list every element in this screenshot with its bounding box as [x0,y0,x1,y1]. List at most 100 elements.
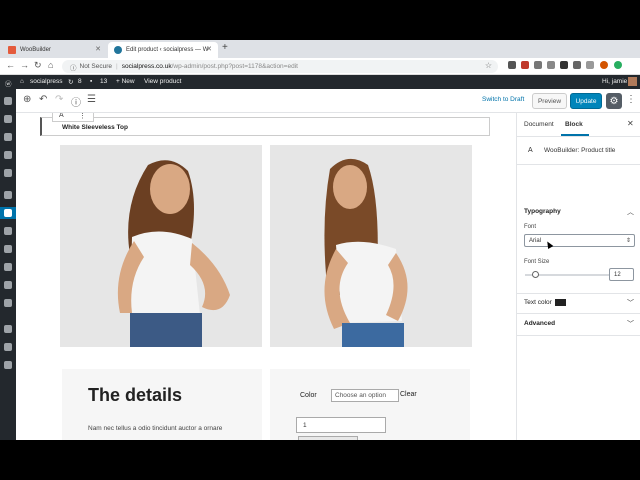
tab-document[interactable]: Document [524,121,554,128]
undo-icon[interactable]: ↶ [39,94,47,105]
info-icon[interactable]: ⓘ [70,62,77,72]
product-title-block[interactable]: White Sleeveless Top [40,117,490,136]
tab-edit-product[interactable]: Edit product ‹ socialpress — W ✕ [108,42,218,58]
chevron-down-icon[interactable]: ﹀ [627,298,634,308]
extension-camera-icon[interactable] [534,61,542,69]
wordpress-logo-icon[interactable]: ⓦ [5,78,12,88]
details-text: Nam nec tellus a odio tincidunt auctor a… [88,425,223,432]
color-select[interactable]: Choose an option [331,389,399,402]
close-tab-icon[interactable]: ✕ [95,45,101,53]
media-icon[interactable] [4,133,12,141]
block-type-icon[interactable]: A [59,113,64,119]
url-path: /wp-admin/post.php?post=1178&action=edit [171,63,298,70]
new-content-link[interactable]: + New [116,78,135,85]
model-photo-front [60,145,262,347]
address-bar: ← → ↻ ⌂ ⓘ Not Secure | socialpress.co.uk… [0,58,640,75]
editor-canvas: White Sleeveless Top A ⋮ The details Nam… [16,113,516,440]
model-photo-side [270,145,472,347]
tab-woobuilder[interactable]: WooBuilder ✕ [2,42,107,58]
comments-icon: ▪ [90,78,93,85]
users-icon[interactable] [4,263,12,271]
site-name-link[interactable]: socialpress [30,78,63,85]
dashboard-icon[interactable] [4,97,12,105]
font-size-slider-handle[interactable] [531,271,539,278]
product-image-1[interactable] [60,145,262,347]
products-icon[interactable] [0,207,16,219]
switch-to-draft-button[interactable]: Switch to Draft [482,96,524,103]
settings-gear-icon[interactable]: ⚙ [606,93,622,109]
home-icon[interactable]: ⌂ [48,60,53,70]
product-title[interactable]: White Sleeveless Top [62,124,128,131]
profile-avatar-icon[interactable] [600,61,608,69]
chevron-down-icon[interactable]: ﹀ [627,319,634,329]
extension-font-icon[interactable] [560,61,568,69]
block-type-icon: A [528,147,533,154]
text-color-swatch [555,299,566,306]
extension-eyedropper-icon[interactable] [508,61,516,69]
extension-grid-icon[interactable] [547,61,555,69]
info-icon[interactable]: ⓘ [71,94,81,109]
add-to-cart-button[interactable] [298,436,358,440]
add-block-icon[interactable]: ⊕ [23,94,31,105]
settings-icon[interactable] [4,299,12,307]
url-host: socialpress.co.uk [121,63,172,70]
wp-admin-bar: ⓦ ⌂ socialpress ↻ 8 ▪ 13 + New View prod… [0,75,640,89]
close-icon[interactable]: ✕ [627,119,634,128]
plugins-icon[interactable] [4,245,12,253]
view-product-link[interactable]: View product [144,78,181,85]
updates-icon: ↻ [68,79,74,86]
pages-icon[interactable] [4,151,12,159]
home-icon: ⌂ [20,78,24,85]
typography-panel-toggle[interactable]: Typography [524,208,561,215]
color-label: Color [300,392,317,399]
close-tab-icon[interactable]: ✕ [206,45,212,53]
user-avatar[interactable] [628,77,637,86]
tools-icon[interactable] [4,281,12,289]
select-arrows-icon: ⇕ [625,238,631,244]
block-name: WooBuilder: Product title [544,147,616,154]
comments-count[interactable]: 13 [100,78,107,85]
text-color-panel-toggle[interactable]: Text color [524,299,552,306]
forward-icon[interactable]: → [20,60,29,70]
sidebar-tabs: Document Block ✕ [517,113,640,137]
reload-icon[interactable]: ↻ [34,60,42,71]
back-icon[interactable]: ← [6,60,15,70]
outline-list-icon[interactable]: ☰ [87,94,96,105]
gear-icon[interactable] [4,325,12,333]
details-heading: The details [88,385,183,405]
woocommerce-icon[interactable] [4,191,12,199]
block-more-icon[interactable]: ⋮ [79,113,86,120]
extension-red-icon[interactable] [521,61,529,69]
new-tab-button[interactable]: + [222,42,228,53]
redo-icon[interactable]: ↷ [55,94,63,105]
posts-pin-icon[interactable] [4,115,12,123]
font-select[interactable]: Arial ⇕ [524,234,635,247]
editor-toolbar: ⊕ ↶ ↷ ⓘ ☰ Switch to Draft Preview Update… [16,89,640,113]
collapse-icon[interactable] [4,361,12,369]
advanced-panel-toggle[interactable]: Advanced [524,320,555,327]
search-icon[interactable] [4,343,12,351]
extension-cast-icon[interactable] [573,61,581,69]
clear-link[interactable]: Clear [400,391,417,398]
updates-count[interactable]: 8 [78,78,82,85]
security-label: Not Secure [79,63,113,70]
add-to-cart-panel: Color Choose an option Clear 1 [270,369,470,440]
product-details-panel: The details Nam nec tellus a odio tincid… [62,369,262,440]
tab-block[interactable]: Block [565,121,583,128]
quantity-input[interactable]: 1 [296,417,386,433]
block-card: A WooBuilder: Product title [517,137,640,165]
chevron-up-icon[interactable]: ︿ [627,207,634,217]
font-size-input[interactable]: 12 [609,268,634,281]
appearance-icon[interactable] [4,227,12,235]
preview-button[interactable]: Preview [532,93,567,109]
extension-green-icon[interactable] [614,61,622,69]
more-options-icon[interactable]: ⋮ [626,94,636,105]
user-greeting[interactable]: Hi, jamie [602,78,627,85]
product-image-2[interactable] [270,145,472,347]
comments-icon[interactable] [4,169,12,177]
block-toolbar: A ⋮ [52,113,94,122]
bookmark-star-icon[interactable]: ☆ [485,61,492,70]
update-button[interactable]: Update [570,93,602,109]
url-input[interactable]: ⓘ Not Secure | socialpress.co.uk /wp-adm… [62,60,498,73]
extension-play-icon[interactable] [586,61,594,69]
